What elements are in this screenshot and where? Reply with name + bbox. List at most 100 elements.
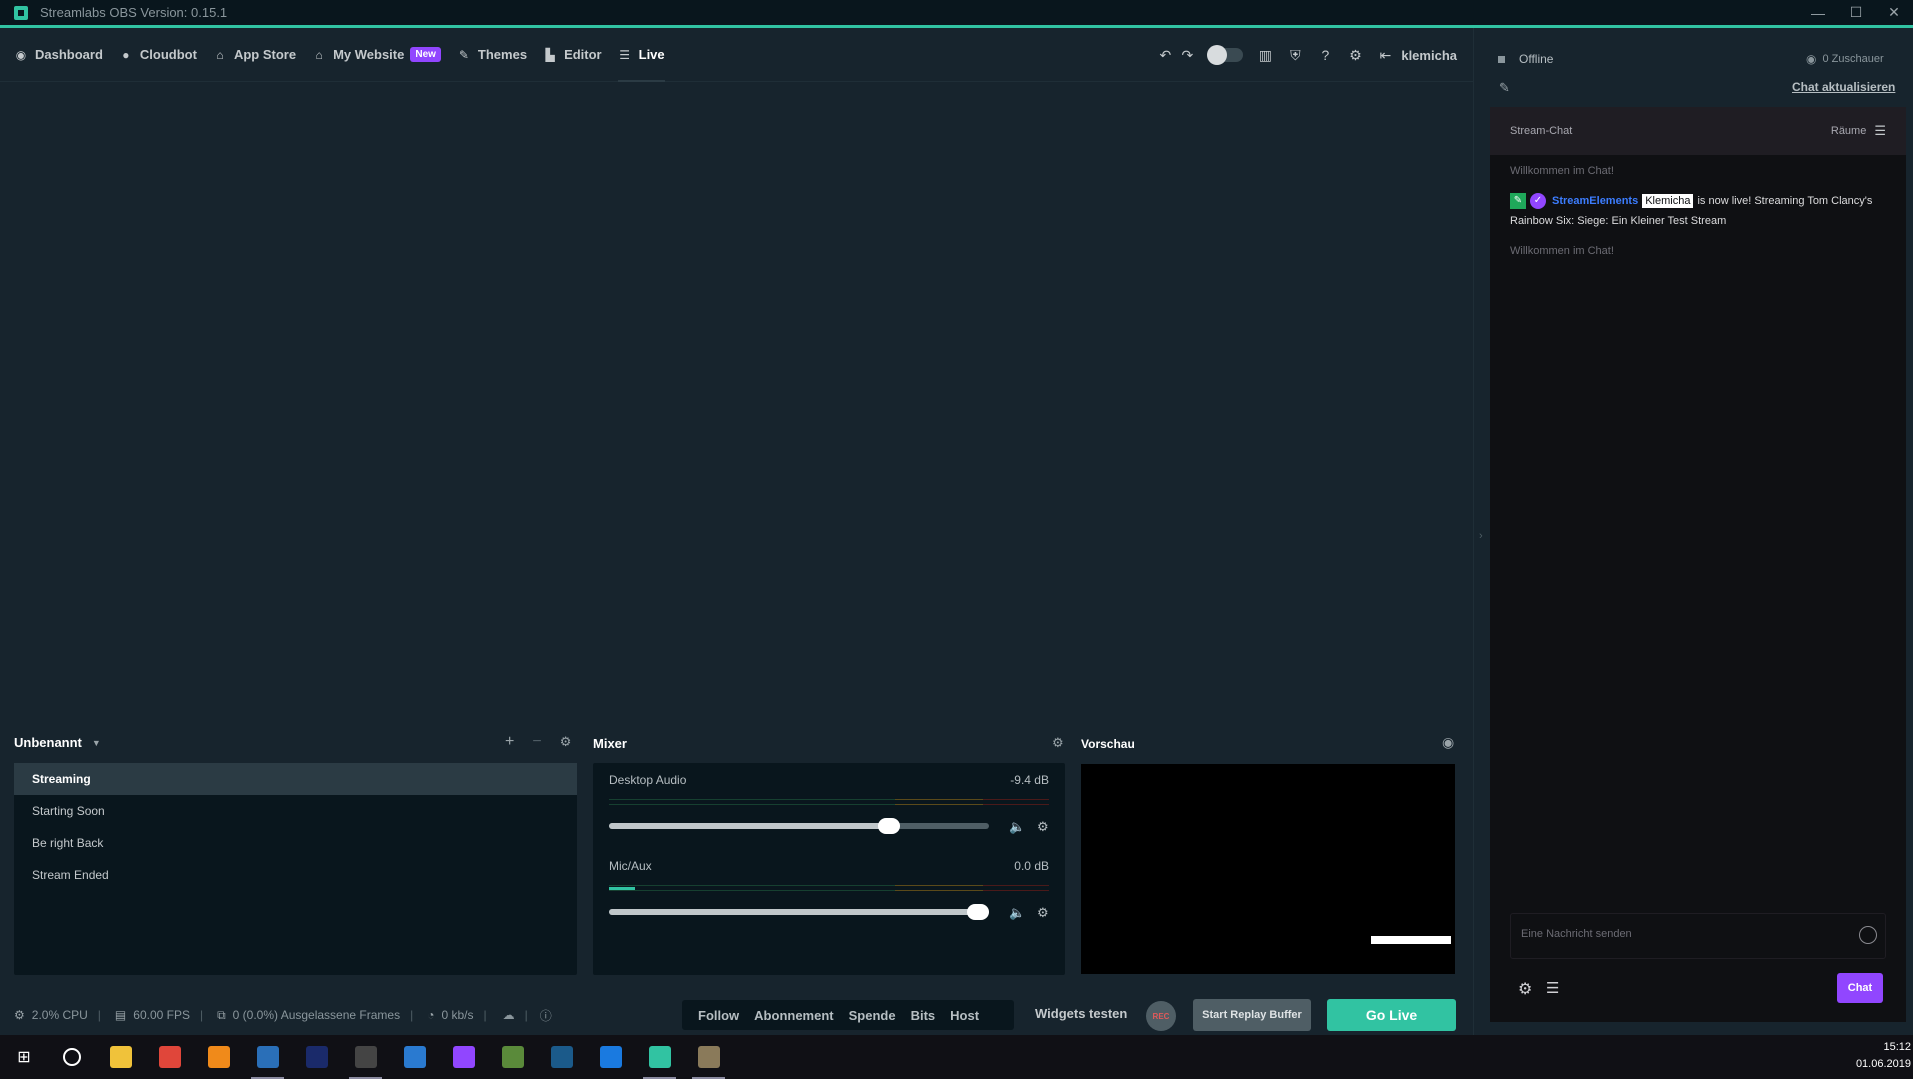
rooms-menu[interactable]: Räume ☰ [1831,123,1886,139]
edit-stream-info-icon[interactable]: ✎ [1499,80,1510,96]
title-bar: Streamlabs OBS Version: 0.15.1 — ☐ ✕ [0,0,1913,28]
chat-header: Stream-Chat Räume ☰ [1490,107,1906,155]
rooms-label: Räume [1830,125,1867,137]
taskbar-app-chrome[interactable] [145,1035,194,1079]
alert-follow-button[interactable]: Follow [698,1008,739,1023]
volume-slider-knob[interactable] [967,904,989,920]
channel-settings-icon[interactable]: ⚙ [1037,905,1049,921]
divider: | [483,1008,487,1022]
chat-mention: Klemicha [1642,194,1694,208]
taskbar-app-streamlabs-chatbot[interactable] [243,1035,292,1079]
rooms-list-icon: ☰ [1874,123,1886,138]
scene-item-stream-ended[interactable]: Stream Ended [14,859,577,891]
nav-live[interactable]: ☰ Live [617,28,665,82]
scene-collection-selector[interactable]: Unbenannt ▼ [14,735,101,750]
bitrate-value: 0 kb/s [441,1008,474,1022]
taskbar-app-uplay[interactable] [586,1035,635,1079]
logout-icon[interactable]: ⇤ [1377,47,1393,63]
taskbar-app-twitch[interactable] [439,1035,488,1079]
speaker-icon[interactable]: 🔈 [1009,819,1025,835]
volume-slider[interactable] [609,818,989,834]
replay-buffer-button[interactable]: Start Replay Buffer [1193,999,1311,1031]
taskbar-app-file-explorer[interactable] [96,1035,145,1079]
close-button[interactable]: ✕ [1875,0,1913,25]
chat-header-title: Stream-Chat [1510,125,1573,137]
volume-slider-fill [609,909,978,915]
preview-eye-icon[interactable]: ◉ [1442,734,1454,751]
vlc-icon [207,1046,230,1068]
nav-dashboard[interactable]: ◉ Dashboard [14,28,103,82]
chat-input-placeholder: Eine Nachricht senden [1521,928,1632,940]
volume-slider[interactable] [609,904,989,920]
cloud-upload-icon[interactable]: ☁ [503,1008,515,1022]
nav-cloudbot[interactable]: ● Cloudbot [119,28,197,82]
shield-icon[interactable]: ⛨ [1287,47,1303,63]
preview-title: Vorschau [1081,737,1135,751]
speaker-icon[interactable]: 🔈 [1009,905,1025,921]
go-live-button[interactable]: Go Live [1327,999,1456,1031]
scene-item-be-right-back[interactable]: Be right Back [14,827,577,859]
scene-settings-icon[interactable]: ⚙ [560,734,572,750]
alert-bits-button[interactable]: Bits [911,1008,936,1023]
info-icon[interactable]: ⓘ [540,1007,552,1024]
cloudbot-icon: ● [122,47,130,62]
taskbar-app-assassins-creed[interactable] [684,1035,733,1079]
taskbar-app-photoshop[interactable] [292,1035,341,1079]
nav-my-website[interactable]: ⌂ My Website New [312,28,441,82]
emoji-icon[interactable] [1859,926,1877,944]
taskbar-app-minecraft[interactable] [488,1035,537,1079]
volume-slider-knob[interactable] [877,818,900,834]
taskbar-app-steam[interactable] [537,1035,586,1079]
refresh-chat-link[interactable]: Chat aktualisieren [1792,80,1895,94]
fps-stat: ▤ 60.00 FPS [115,1008,190,1022]
windows-taskbar: ⊞ [0,1035,1913,1079]
taskbar-app-outlook[interactable] [390,1035,439,1079]
remove-scene-icon[interactable]: − [532,733,541,751]
top-nav: ◉ Dashboard ● Cloudbot ⌂ App Store ⌂ My … [0,28,1473,82]
scene-controls: + − ⚙ [505,733,589,751]
nav-app-store[interactable]: ⌂ App Store [213,28,296,82]
alert-host-button[interactable]: Host [950,1008,979,1023]
layout-columns-icon[interactable]: ▥ [1257,47,1273,63]
scene-item-starting-soon[interactable]: Starting Soon [14,795,577,827]
preview-canvas [1081,764,1455,974]
viewer-count-label: 0 Zuschauer [1822,53,1884,65]
nav-dashboard-label: Dashboard [35,47,103,62]
minimize-button[interactable]: — [1799,0,1837,25]
chat-settings-icon[interactable]: ⚙ [1518,979,1532,999]
taskbar-apps [96,1035,733,1079]
redo-icon[interactable]: ↷ [1179,47,1195,63]
maximize-button[interactable]: ☐ [1837,0,1875,25]
taskbar-app-unity[interactable] [341,1035,390,1079]
chat-input[interactable]: Eine Nachricht senden [1510,913,1886,959]
record-button[interactable]: REC [1146,1001,1176,1031]
live-icon: ☰ [619,47,630,62]
studio-mode-toggle[interactable] [1207,45,1244,65]
speedometer-icon: ◔ [427,1008,435,1022]
username-label[interactable]: klemicha [1401,48,1457,63]
taskbar-app-vlc[interactable] [194,1035,243,1079]
stream-status-label: Offline [1519,52,1554,66]
chrome-icon [158,1046,181,1068]
viewer-list-icon[interactable]: ☰ [1546,979,1559,997]
search-icon[interactable] [48,1035,96,1079]
help-icon[interactable]: ? [1317,47,1333,63]
alert-donation-button[interactable]: Spende [849,1008,896,1023]
chat-send-button[interactable]: Chat [1837,973,1883,1003]
settings-gear-icon[interactable]: ⚙ [1347,47,1363,63]
nav-editor[interactable]: ▙ Editor [543,28,601,82]
taskbar-app-streamlabs-obs[interactable] [635,1035,684,1079]
add-scene-icon[interactable]: + [505,733,514,751]
alert-subscription-button[interactable]: Abonnement [754,1008,833,1023]
chat-message-user[interactable]: StreamElements [1552,195,1638,207]
mixer-settings-icon[interactable]: ⚙ [1052,735,1064,751]
taskbar-clock[interactable]: 15:12 01.06.2019 [1856,1039,1911,1073]
channel-settings-icon[interactable]: ⚙ [1037,819,1049,835]
moderator-badge-icon: ✎ [1510,193,1526,210]
nav-themes[interactable]: ✎ Themes [457,28,527,82]
windows-start-icon[interactable]: ⊞ [0,1035,48,1079]
scene-item-streaming[interactable]: Streaming [14,763,577,795]
collapse-chevron-icon[interactable]: › [1479,530,1483,542]
assassins-creed-icon [697,1046,720,1068]
undo-icon[interactable]: ↶ [1157,47,1173,63]
